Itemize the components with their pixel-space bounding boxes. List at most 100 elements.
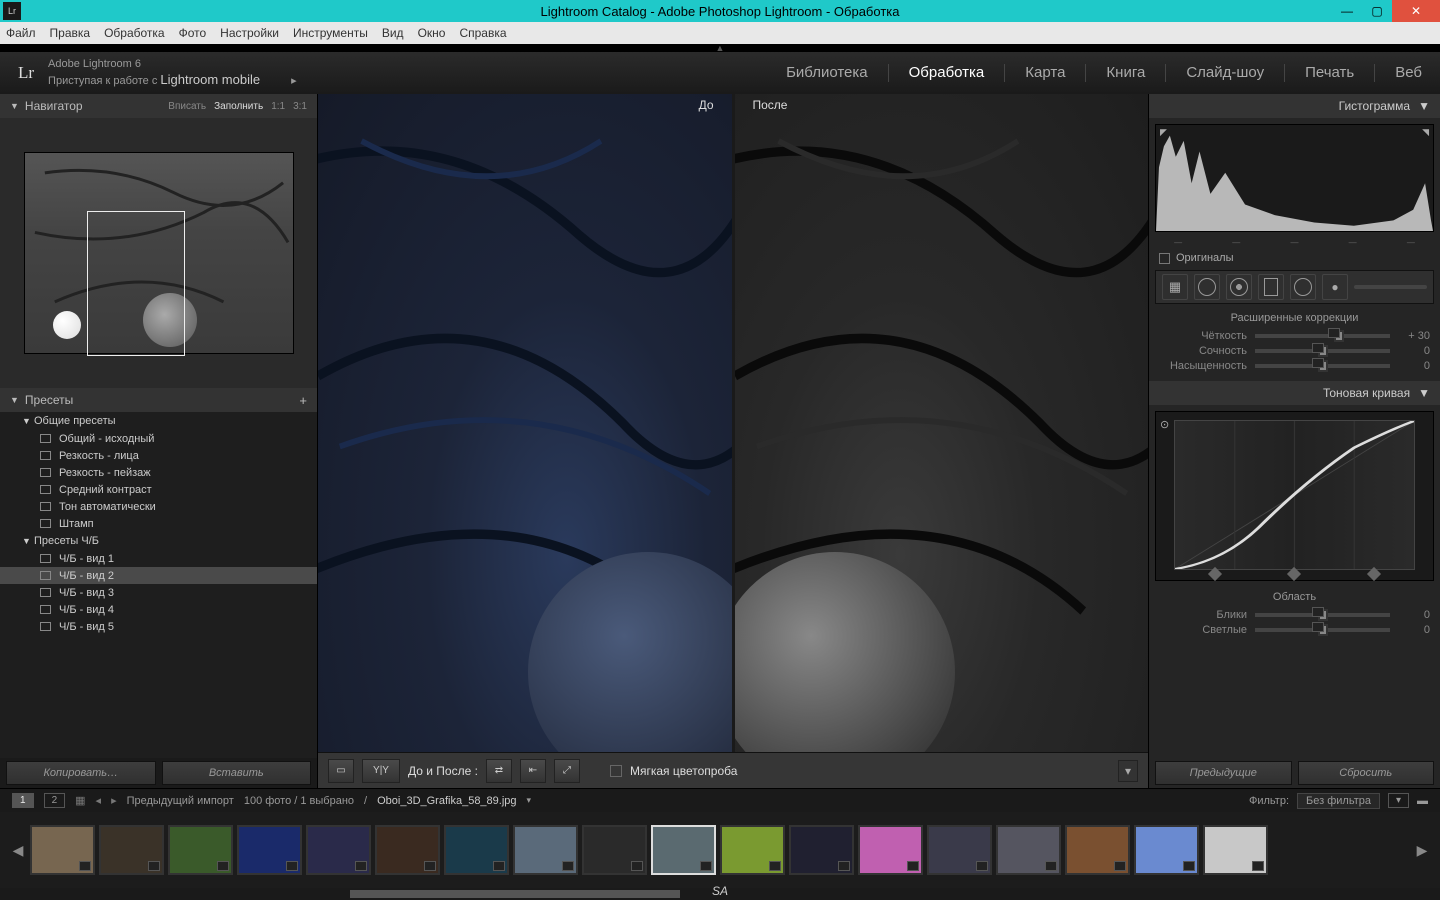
grid-view-icon[interactable]: ▦: [75, 794, 85, 807]
menu-правка[interactable]: Правка: [50, 26, 91, 40]
histogram-display[interactable]: ◤ ◥: [1155, 124, 1434, 232]
secondary-display-button[interactable]: 2: [44, 793, 66, 808]
app-subtitle[interactable]: Adobe Lightroom 6 Приступая к работе с L…: [48, 58, 297, 87]
preset-item[interactable]: Общий - исходный: [0, 430, 317, 447]
nav-forward-icon[interactable]: ▸: [111, 794, 117, 807]
filmstrip-thumb[interactable]: [789, 825, 854, 875]
menu-справка[interactable]: Справка: [459, 26, 506, 40]
filmstrip-thumb[interactable]: [168, 825, 233, 875]
copy-after-button[interactable]: ⤢: [554, 759, 580, 783]
graduated-filter-button[interactable]: [1258, 274, 1284, 300]
preset-item[interactable]: Ч/Б - вид 3: [0, 584, 317, 601]
slider-Светлые[interactable]: Светлые0: [1159, 624, 1430, 636]
target-adjust-icon[interactable]: ⊙: [1160, 418, 1169, 431]
loupe-view-button[interactable]: ▭: [328, 759, 354, 783]
zoom-3:1[interactable]: 3:1: [293, 101, 307, 112]
filmstrip-thumb[interactable]: [99, 825, 164, 875]
preset-item[interactable]: Ч/Б - вид 4: [0, 601, 317, 618]
menu-вид[interactable]: Вид: [382, 26, 404, 40]
zoom-Заполнить[interactable]: Заполнить: [214, 101, 263, 112]
filmstrip-left-arrow[interactable]: ◀: [10, 842, 26, 859]
softproof-checkbox[interactable]: [610, 765, 622, 777]
tone-curve[interactable]: ⊙: [1155, 411, 1434, 581]
preset-item[interactable]: Ч/Б - вид 1: [0, 550, 317, 567]
minimize-button[interactable]: —: [1332, 0, 1362, 22]
zoom-1:1[interactable]: 1:1: [271, 101, 285, 112]
histogram-header[interactable]: Гистограмма ▼: [1149, 94, 1440, 118]
compare-view-button[interactable]: Y|Y: [362, 759, 400, 783]
filmstrip-thumb[interactable]: [927, 825, 992, 875]
before-after-view[interactable]: До После: [318, 94, 1148, 752]
preset-item[interactable]: Резкость - пейзаж: [0, 464, 317, 481]
filmstrip-right-arrow[interactable]: ▶: [1414, 842, 1430, 859]
module-Книга[interactable]: Книга: [1106, 64, 1145, 82]
top-panel-handle[interactable]: ▲: [0, 44, 1440, 52]
slider-Чёткость[interactable]: Чёткость+ 30: [1159, 330, 1430, 342]
reset-button[interactable]: Сбросить: [1298, 761, 1435, 785]
menu-файл[interactable]: Файл: [6, 26, 36, 40]
maximize-button[interactable]: ▢: [1362, 0, 1392, 22]
filmstrip-thumb[interactable]: [513, 825, 578, 875]
module-Веб[interactable]: Веб: [1395, 64, 1422, 82]
presets-header[interactable]: ▼ Пресеты +: [0, 388, 317, 412]
highlight-clip-icon[interactable]: ◥: [1422, 127, 1429, 138]
current-filename[interactable]: Oboi_3D_Grafika_58_89.jpg: [377, 795, 516, 807]
preset-item[interactable]: Штамп: [0, 515, 317, 532]
preset-item[interactable]: Ч/Б - вид 2: [0, 567, 317, 584]
filter-lock-button[interactable]: ▾: [1388, 793, 1409, 808]
paste-button[interactable]: Вставить: [162, 761, 312, 785]
originals-toggle[interactable]: Оригиналы: [1149, 248, 1440, 268]
copy-button[interactable]: Копировать…: [6, 761, 156, 785]
close-button[interactable]: ✕: [1392, 0, 1440, 22]
module-Библиотека[interactable]: Библиотека: [786, 64, 868, 82]
add-preset-button[interactable]: +: [299, 393, 307, 408]
nav-back-icon[interactable]: ◂: [96, 794, 102, 807]
filter-switch-icon[interactable]: ▬: [1417, 795, 1428, 807]
menu-фото[interactable]: Фото: [179, 26, 207, 40]
navigator-header[interactable]: ▼ Навигатор ВписатьЗаполнить1:13:1: [0, 94, 317, 118]
crop-tool-button[interactable]: ▦: [1162, 274, 1188, 300]
preset-item[interactable]: Тон автоматически: [0, 498, 317, 515]
primary-display-button[interactable]: 1: [12, 793, 34, 808]
shadow-clip-icon[interactable]: ◤: [1160, 127, 1167, 138]
filmstrip-thumb[interactable]: [1203, 825, 1268, 875]
filmstrip-thumb[interactable]: [582, 825, 647, 875]
spot-removal-button[interactable]: [1194, 274, 1220, 300]
filmstrip-thumb[interactable]: [1065, 825, 1130, 875]
filter-select[interactable]: Без фильтра: [1297, 793, 1380, 809]
swap-before-after-button[interactable]: ⇄: [486, 759, 512, 783]
filmstrip-thumb[interactable]: [375, 825, 440, 875]
filmstrip-thumb[interactable]: [1134, 825, 1199, 875]
module-Печать[interactable]: Печать: [1305, 64, 1354, 82]
menu-настройки[interactable]: Настройки: [220, 26, 279, 40]
preset-group[interactable]: ▼ Пресеты Ч/Б: [0, 532, 317, 550]
filmstrip-thumb[interactable]: [306, 825, 371, 875]
slider-Сочность[interactable]: Сочность0: [1159, 345, 1430, 357]
navigator-preview[interactable]: [0, 118, 317, 388]
menu-окно[interactable]: Окно: [418, 26, 446, 40]
brush-button[interactable]: ●: [1322, 274, 1348, 300]
filmstrip-thumb[interactable]: [858, 825, 923, 875]
source-label[interactable]: Предыдущий импорт: [127, 795, 234, 807]
slider-Насыщенность[interactable]: Насыщенность0: [1159, 360, 1430, 372]
filmstrip-thumb[interactable]: [30, 825, 95, 875]
filmstrip-thumb[interactable]: [444, 825, 509, 875]
menu-инструменты[interactable]: Инструменты: [293, 26, 368, 40]
tone-curve-header[interactable]: Тоновая кривая ▼: [1149, 381, 1440, 405]
copy-before-button[interactable]: ⇤: [520, 759, 546, 783]
radial-filter-button[interactable]: [1290, 274, 1316, 300]
preset-item[interactable]: Ч/Б - вид 5: [0, 618, 317, 635]
filmstrip-thumb[interactable]: [237, 825, 302, 875]
preset-item[interactable]: Средний контраст: [0, 481, 317, 498]
redeye-button[interactable]: [1226, 274, 1252, 300]
tool-size-slider[interactable]: [1354, 285, 1427, 289]
menu-обработка[interactable]: Обработка: [104, 26, 165, 40]
filmstrip-thumb[interactable]: [720, 825, 785, 875]
toolbar-menu-button[interactable]: ▾: [1118, 760, 1138, 782]
module-Обработка[interactable]: Обработка: [909, 64, 985, 82]
preset-group[interactable]: ▼ Общие пресеты: [0, 412, 317, 430]
previous-button[interactable]: Предыдущие: [1155, 761, 1292, 785]
zoom-Вписать[interactable]: Вписать: [168, 101, 206, 112]
slider-Блики[interactable]: Блики0: [1159, 609, 1430, 621]
module-Слайд-шоу[interactable]: Слайд-шоу: [1186, 64, 1264, 82]
